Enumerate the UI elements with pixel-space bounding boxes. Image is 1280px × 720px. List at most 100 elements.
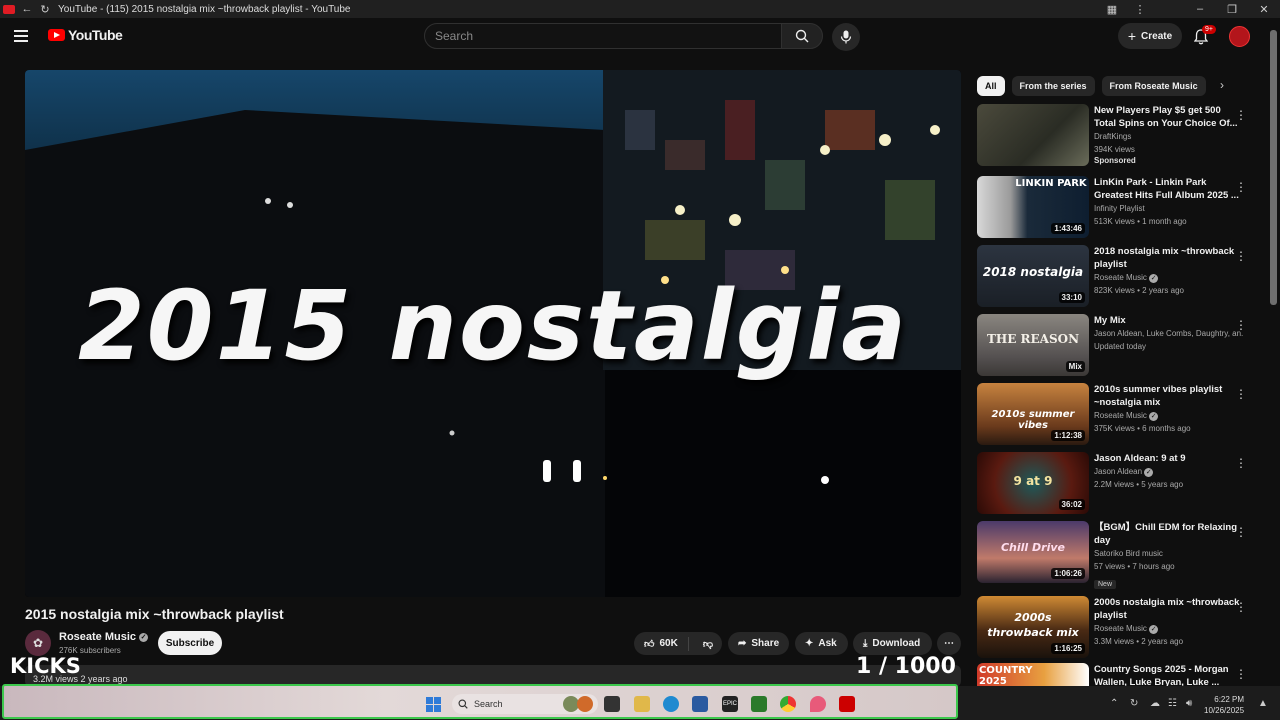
file-explorer-icon[interactable]: [634, 696, 650, 712]
video-thumbnail[interactable]: 2010s summer vibes 1:12:38: [977, 383, 1089, 445]
more-vertical-icon[interactable]: ⋮: [1235, 180, 1247, 194]
list-item[interactable]: 2018 nostalgia 33:10 2018 nostalgia mix …: [977, 245, 1257, 307]
video-thumbnail[interactable]: 2000s throwback mix 1:16:25: [977, 596, 1089, 658]
video-thumbnail[interactable]: [977, 104, 1089, 166]
rec-title[interactable]: My Mix: [1094, 314, 1244, 327]
sync-icon[interactable]: ↻: [1130, 698, 1138, 709]
overlay-counter: 1 / 1000: [856, 654, 956, 679]
chevron-up-icon[interactable]: ⌃: [1110, 698, 1118, 709]
browser-titlebar: ← ↻ YouTube - (115) 2015 nostalgia mix ~…: [0, 0, 1280, 18]
close-button[interactable]: ✕: [1248, 0, 1280, 18]
rec-channel: Roseate Music ✓: [1094, 624, 1159, 634]
verified-check-icon: ✓: [1149, 625, 1159, 634]
rec-meta: 3.3M views • 2 years ago: [1094, 637, 1184, 646]
verified-check-icon: ✓: [1149, 274, 1159, 283]
download-button[interactable]: ⤓ Download: [853, 632, 932, 655]
duration-badge: 1:16:25: [1051, 643, 1085, 654]
subscribe-button[interactable]: Subscribe: [158, 631, 222, 655]
sponsored-badge: Sponsored: [1094, 156, 1136, 165]
search-icon: [795, 29, 809, 43]
cloud-icon[interactable]: ☁: [1150, 698, 1160, 709]
dislike-button[interactable]: 👎︎: [694, 638, 722, 650]
rec-title[interactable]: 2018 nostalgia mix ~throwback playlist: [1094, 245, 1244, 271]
chevron-right-icon[interactable]: ›: [1220, 78, 1224, 92]
rec-title[interactable]: LinKin Park - Linkin Park Greatest Hits …: [1094, 176, 1244, 202]
like-button[interactable]: 👍︎ 60K: [634, 636, 689, 651]
windows-start-icon[interactable]: [426, 697, 441, 712]
list-item[interactable]: New Players Play $5 get 500 Total Spins …: [977, 104, 1257, 166]
chip-from-the-series[interactable]: From the series: [1011, 76, 1095, 96]
share-icon: ➦: [738, 638, 747, 649]
youtube-play-icon: [48, 29, 65, 41]
chip-from-roseate-music[interactable]: From Roseate Music: [1101, 76, 1206, 96]
create-button[interactable]: + Create: [1118, 23, 1182, 49]
nvidia-icon[interactable]: [751, 696, 767, 712]
youtube-logo[interactable]: YouTube: [48, 27, 123, 43]
list-item[interactable]: 9 at 9 36:02 Jason Aldean: 9 at 9 Jason …: [977, 452, 1257, 514]
ask-button[interactable]: ✦ Ask: [795, 632, 848, 655]
thumb-overlay-text: THE REASON: [986, 332, 1080, 346]
video-player[interactable]: 2015 nostalgia: [25, 70, 961, 597]
tab-favicon[interactable]: [0, 0, 18, 18]
taskbar-clock[interactable]: 6:22 PM 10/26/2025: [1204, 694, 1244, 716]
more-vertical-icon[interactable]: ⋮: [1235, 249, 1247, 263]
list-item[interactable]: 2000s throwback mix 1:16:25 2000s nostal…: [977, 596, 1257, 658]
channel-avatar[interactable]: ✿: [25, 630, 51, 656]
search-input[interactable]: Search: [424, 23, 782, 49]
wifi-icon[interactable]: ☷: [1168, 698, 1177, 709]
voice-search-button[interactable]: [832, 23, 860, 51]
search-button[interactable]: [781, 23, 823, 49]
hamburger-menu-icon[interactable]: [14, 26, 34, 46]
notification-center-icon[interactable]: ▲: [1258, 698, 1268, 709]
clock-time: 6:22 PM: [1214, 695, 1245, 704]
list-item[interactable]: THE REASON Mix My Mix Jason Aldean, Luke…: [977, 314, 1257, 376]
list-item[interactable]: 2010s summer vibes 1:12:38 2010s summer …: [977, 383, 1257, 445]
reload-icon[interactable]: ↻: [36, 0, 54, 18]
more-vertical-icon[interactable]: ⋮: [1235, 108, 1247, 122]
share-button[interactable]: ➦ Share: [728, 632, 789, 655]
rec-title[interactable]: 2000s nostalgia mix ~throwback playlist: [1094, 596, 1244, 622]
video-thumbnail[interactable]: Chill Drive 1:06:26: [977, 521, 1089, 583]
list-item[interactable]: COUNTRY 2025 Country Songs 2025 - Morgan…: [977, 663, 1257, 687]
extensions-icon[interactable]: ▦: [1098, 0, 1126, 18]
chrome-icon[interactable]: [780, 696, 796, 712]
chip-all[interactable]: All: [977, 76, 1005, 96]
maps-pin-icon[interactable]: [810, 696, 826, 712]
video-thumbnail[interactable]: COUNTRY 2025: [977, 663, 1089, 687]
task-view-icon[interactable]: [604, 696, 620, 712]
rec-title[interactable]: Jason Aldean: 9 at 9: [1094, 452, 1244, 465]
video-thumbnail[interactable]: 9 at 9 36:02: [977, 452, 1089, 514]
account-avatar[interactable]: [1229, 26, 1250, 47]
restore-button[interactable]: ❐: [1216, 0, 1248, 18]
edge-browser-icon[interactable]: [663, 696, 679, 712]
video-thumbnail[interactable]: LINKIN PARK 1:43:46: [977, 176, 1089, 238]
rec-title[interactable]: New Players Play $5 get 500 Total Spins …: [1094, 104, 1244, 130]
back-arrow-icon[interactable]: ←: [18, 0, 36, 18]
list-item[interactable]: Chill Drive 1:06:26 【BGM】Chill EDM for R…: [977, 521, 1257, 589]
store-icon[interactable]: [692, 696, 708, 712]
list-item[interactable]: LINKIN PARK 1:43:46 LinKin Park - Linkin…: [977, 176, 1257, 238]
rec-title[interactable]: 【BGM】Chill EDM for Relaxing day: [1094, 521, 1244, 547]
duration-badge: 1:43:46: [1051, 223, 1085, 234]
more-vertical-icon[interactable]: ⋮: [1235, 456, 1247, 470]
video-thumbnail[interactable]: 2018 nostalgia 33:10: [977, 245, 1089, 307]
minimize-button[interactable]: –: [1184, 0, 1216, 18]
youtube-app-icon[interactable]: [839, 696, 855, 712]
rec-title[interactable]: 2010s summer vibes playlist ~nostalgia m…: [1094, 383, 1244, 409]
browser-menu-icon[interactable]: ⋮: [1126, 0, 1154, 18]
page-scrollbar[interactable]: [1270, 30, 1277, 305]
window-title: YouTube - (115) 2015 nostalgia mix ~thro…: [58, 3, 351, 15]
more-vertical-icon[interactable]: ⋮: [1235, 387, 1247, 401]
epic-games-icon[interactable]: EPIC: [722, 696, 738, 712]
volume-icon[interactable]: 🔊︎: [1186, 698, 1192, 709]
more-vertical-icon[interactable]: ⋮: [1235, 318, 1247, 332]
more-vertical-icon[interactable]: ⋮: [1235, 525, 1247, 539]
video-thumbnail[interactable]: THE REASON Mix: [977, 314, 1089, 376]
rec-title[interactable]: Country Songs 2025 - Morgan Wallen, Luke…: [1094, 663, 1244, 687]
microphone-icon: [840, 30, 852, 44]
taskbar-weather-icon[interactable]: [577, 696, 593, 712]
more-vertical-icon[interactable]: ⋮: [1235, 600, 1247, 614]
channel-name[interactable]: Roseate Music ✓: [59, 631, 149, 643]
more-actions-button[interactable]: ⋯: [937, 632, 961, 655]
more-vertical-icon[interactable]: ⋮: [1235, 667, 1247, 681]
